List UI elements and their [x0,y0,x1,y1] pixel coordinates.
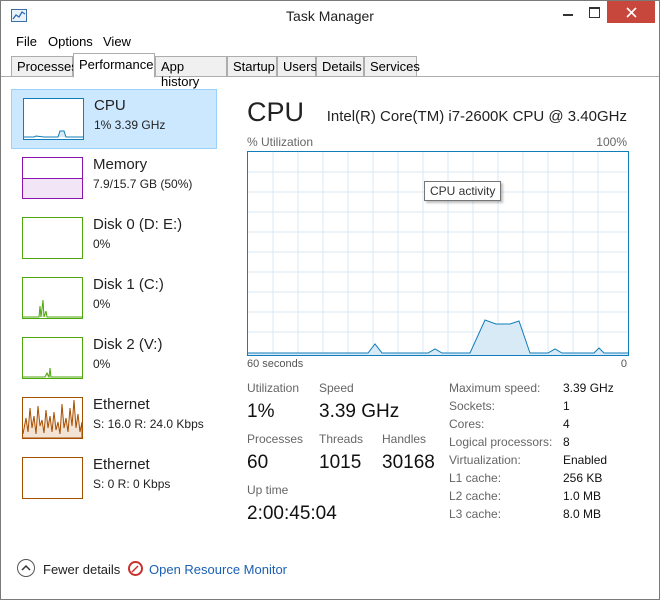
sidebar-item-subtitle: 1% 3.39 GHz [94,118,166,132]
close-button[interactable] [607,1,655,23]
sidebar-item-ethernet-2[interactable]: Ethernet S: 0 R: 0 Kbps [11,449,217,509]
spec-value-l3-cache: 8.0 MB [563,507,602,521]
graph-axis-start: 60 seconds [247,358,304,370]
graph-label-max: 100% [596,135,627,149]
sidebar-item-disk-0[interactable]: Disk 0 (D: E:) 0% [11,209,217,269]
disk-2-thumbnail-graph [22,337,83,379]
tab-strip: Processes Performance App history Startu… [1,53,659,89]
spec-label-l1-cache: L1 cache: [449,471,502,485]
minimize-button[interactable] [555,1,581,23]
resource-list: CPU 1% 3.39 GHz Memory 7.9/15.7 GB (50%)… [11,87,219,527]
threads-value: 1015 [319,452,362,473]
sidebar-item-title: Memory [93,156,148,173]
ethernet-1-thumbnail-graph [22,397,83,439]
menu-view[interactable]: View [103,34,131,49]
spec-label-logical-processors: Logical processors: [449,435,553,449]
cpu-model-name: Intel(R) Core(TM) i7-2600K CPU @ 3.40GHz [326,108,627,125]
uptime-value: 2:00:45:04 [247,503,337,524]
ethernet-2-thumbnail-graph [22,457,83,499]
sidebar-item-subtitle: 0% [93,357,111,371]
spec-value-l2-cache: 1.0 MB [563,489,602,503]
spec-value-max-speed: 3.39 GHz [563,381,614,395]
sidebar-item-subtitle: S: 0 R: 0 Kbps [93,477,171,491]
close-icon [626,7,637,18]
footer-bar: Fewer details Open Resource Monitor [1,554,659,584]
sidebar-item-title: Disk 2 (V:) [93,336,163,353]
utilization-label: Utilization [247,381,300,395]
spec-value-logical-processors: 8 [563,435,570,449]
open-resource-monitor-link[interactable]: Open Resource Monitor [149,562,287,577]
cpu-thumbnail-graph [23,98,84,140]
spec-label-sockets: Sockets: [449,399,496,413]
sidebar-item-disk-2[interactable]: Disk 2 (V:) 0% [11,329,217,389]
speed-label: Speed [319,381,354,395]
tab-startup[interactable]: Startup [227,56,277,77]
spec-label-l3-cache: L3 cache: [449,507,502,521]
task-manager-window: Task Manager File Options View Processes… [0,0,660,600]
sidebar-item-title: Ethernet [93,456,150,473]
menu-bar: File Options View [1,31,659,53]
maximize-button[interactable] [581,1,607,23]
sidebar-item-disk-1[interactable]: Disk 1 (C:) 0% [11,269,217,329]
speed-value: 3.39 GHz [319,401,400,422]
graph-label-utilization: % Utilization [247,135,314,149]
tab-users[interactable]: Users [277,56,317,77]
sidebar-item-ethernet-1[interactable]: Ethernet S: 16.0 R: 24.0 Kbps [11,389,217,449]
cpu-activity-tooltip: CPU activity [424,181,502,201]
sidebar-item-cpu[interactable]: CPU 1% 3.39 GHz [11,89,217,149]
threads-label: Threads [319,432,364,446]
sidebar-item-title: Disk 1 (C:) [93,276,164,293]
uptime-label: Up time [247,483,289,497]
processes-label: Processes [247,432,304,446]
tab-performance[interactable]: Performance [73,53,155,78]
menu-file[interactable]: File [16,34,37,49]
tab-processes[interactable]: Processes [11,56,78,77]
tab-services[interactable]: Services [364,56,420,77]
spec-value-sockets: 1 [563,399,570,413]
sidebar-item-title: CPU [94,97,126,114]
sidebar-item-subtitle: 0% [93,237,111,251]
spec-label-cores: Cores: [449,417,485,431]
utilization-value: 1% [247,401,275,422]
memory-thumbnail-graph [22,157,83,199]
menu-options[interactable]: Options [48,34,93,49]
spec-label-virtualization: Virtualization: [449,453,521,467]
sidebar-item-subtitle: 0% [93,297,111,311]
sidebar-item-subtitle: 7.9/15.7 GB (50%) [93,177,193,191]
page-title: CPU [247,97,305,127]
sidebar-item-memory[interactable]: Memory 7.9/15.7 GB (50%) [11,149,217,209]
sidebar-item-subtitle: S: 16.0 R: 24.0 Kbps [93,417,204,431]
spec-value-virtualization: Enabled [563,453,608,467]
disk-1-thumbnail-graph [22,277,83,319]
disk-0-thumbnail-graph [22,217,83,259]
handles-label: Handles [382,432,427,446]
tab-app-history[interactable]: App history [155,56,227,89]
processes-value: 60 [247,452,269,473]
fewer-details-button[interactable]: Fewer details [43,562,120,577]
spec-label-l2-cache: L2 cache: [449,489,502,503]
spec-value-l1-cache: 256 KB [563,471,603,485]
handles-value: 30168 [382,452,435,473]
sidebar-item-title: Disk 0 (D: E:) [93,216,183,233]
tab-details[interactable]: Details [316,56,364,77]
spec-label-max-speed: Maximum speed: [449,381,541,395]
chevron-up-icon[interactable] [17,559,35,577]
resource-monitor-icon [128,561,143,576]
graph-axis-end: 0 [620,358,627,370]
spec-value-cores: 4 [563,417,570,431]
sidebar-item-title: Ethernet [93,396,150,413]
title-bar: Task Manager [1,1,659,31]
